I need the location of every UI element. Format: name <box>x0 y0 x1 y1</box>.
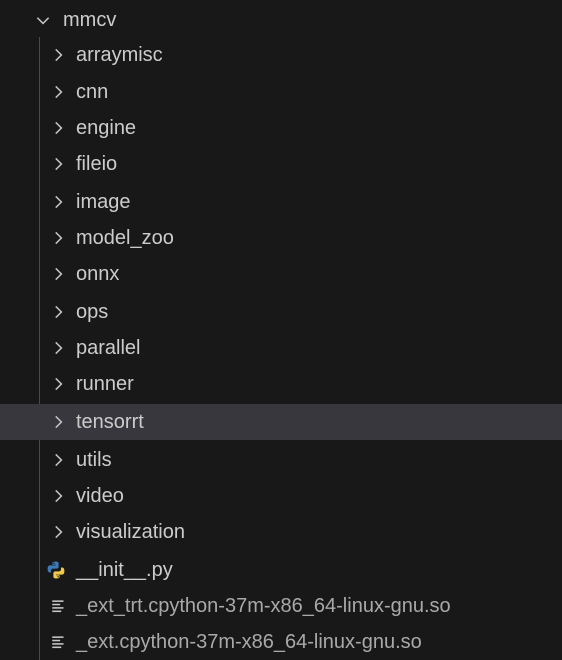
tree-folder-label: visualization <box>76 521 185 543</box>
chevron-right-icon <box>48 256 68 292</box>
tree-file-init-py[interactable]: __init__.py <box>0 552 562 588</box>
tree-folder-label: tensorrt <box>76 411 144 433</box>
tree-folder-label: parallel <box>76 337 141 359</box>
tree-folder-onnx[interactable]: onnx <box>0 256 562 292</box>
tree-file-label: _ext.cpython-37m-x86_64-linux-gnu.so <box>76 631 422 653</box>
tree-file-ext-so[interactable]: _ext.cpython-37m-x86_64-linux-gnu.so <box>0 624 562 660</box>
tree-folder-cnn[interactable]: cnn <box>0 74 562 110</box>
tree-folder-label: ops <box>76 301 109 323</box>
tree-file-label: _ext_trt.cpython-37m-x86_64-linux-gnu.so <box>76 595 451 617</box>
tree-folder-mmcv[interactable]: mmcv <box>0 2 562 38</box>
tree-file-ext-trt-so[interactable]: _ext_trt.cpython-37m-x86_64-linux-gnu.so <box>0 588 562 624</box>
chevron-right-icon <box>48 220 68 256</box>
tree-folder-fileio[interactable]: fileio <box>0 146 562 182</box>
tree-folder-image[interactable]: image <box>0 184 562 220</box>
tree-folder-label: image <box>76 191 131 213</box>
tree-folder-label: cnn <box>76 81 109 103</box>
chevron-right-icon <box>48 442 68 478</box>
chevron-right-icon <box>48 37 68 73</box>
chevron-right-icon <box>48 146 68 182</box>
tree-folder-label: arraymisc <box>76 44 163 66</box>
chevron-right-icon <box>48 74 68 110</box>
tree-folder-label: mmcv <box>63 9 117 31</box>
tree-folder-arraymisc[interactable]: arraymisc <box>0 37 562 73</box>
chevron-right-icon <box>48 514 68 550</box>
tree-folder-label: engine <box>76 117 137 139</box>
tree-folder-engine[interactable]: engine <box>0 110 562 146</box>
tree-folder-label: model_zoo <box>76 227 174 249</box>
file-explorer: mmcv arraymisc cnn engine fileio image m… <box>0 0 562 660</box>
chevron-right-icon <box>48 294 68 330</box>
python-icon <box>45 552 67 588</box>
text-lines-icon <box>48 624 70 660</box>
chevron-right-icon <box>48 110 68 146</box>
tree-folder-label: fileio <box>76 153 118 175</box>
chevron-right-icon <box>48 330 68 366</box>
tree-file-label: __init__.py <box>76 559 173 581</box>
tree-folder-parallel[interactable]: parallel <box>0 330 562 366</box>
chevron-right-icon <box>48 184 68 220</box>
tree-folder-visualization[interactable]: visualization <box>0 514 562 550</box>
tree-folder-runner[interactable]: runner <box>0 366 562 402</box>
text-lines-icon <box>48 588 70 624</box>
tree-folder-label: onnx <box>76 263 120 285</box>
tree-folder-ops[interactable]: ops <box>0 294 562 330</box>
tree-folder-label: runner <box>76 373 134 395</box>
tree-folder-label: video <box>76 485 124 507</box>
tree-folder-video[interactable]: video <box>0 478 562 514</box>
chevron-right-icon <box>48 366 68 402</box>
chevron-right-icon <box>48 478 68 514</box>
chevron-down-icon <box>33 2 53 38</box>
tree-folder-label: utils <box>76 449 112 471</box>
chevron-right-icon <box>48 404 68 440</box>
tree-folder-utils[interactable]: utils <box>0 442 562 478</box>
tree-folder-model-zoo[interactable]: model_zoo <box>0 220 562 256</box>
tree-folder-tensorrt[interactable]: tensorrt <box>0 404 562 440</box>
